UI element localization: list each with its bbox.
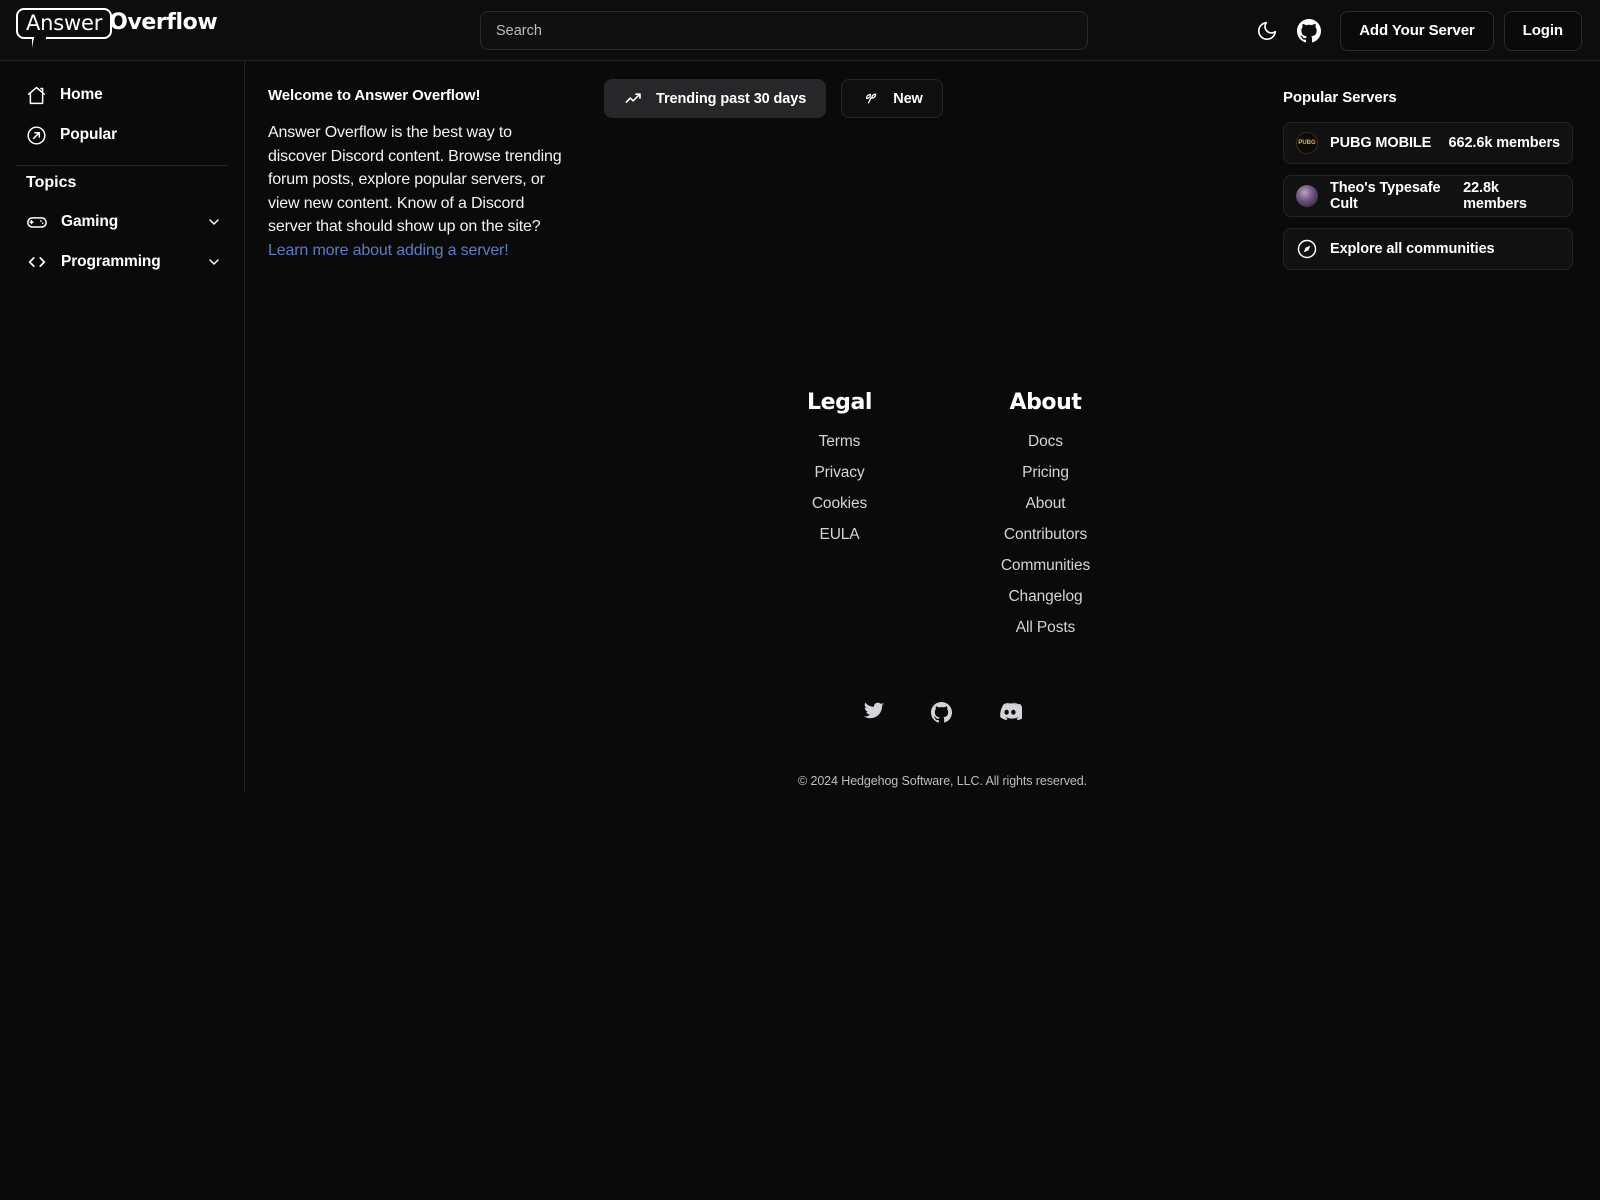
- footer-column-legal: Legal Terms Privacy Cookies EULA: [792, 390, 888, 650]
- popular-servers-panel: Popular Servers PUBG PUBG MOBILE 662.6k …: [1283, 89, 1573, 270]
- gamepad-icon: [27, 217, 47, 228]
- login-button[interactable]: Login: [1503, 10, 1582, 51]
- moon-icon: [1258, 21, 1277, 40]
- sidebar-item-programming[interactable]: Programming: [16, 242, 228, 282]
- popular-servers-heading: Popular Servers: [1283, 89, 1397, 106]
- github-link[interactable]: [931, 702, 952, 728]
- footer-social-links: [245, 702, 1600, 728]
- avatar-text: PUBG: [1298, 140, 1316, 146]
- footer-link-pricing[interactable]: Pricing: [998, 464, 1094, 482]
- footer-link-all-posts[interactable]: All Posts: [998, 619, 1094, 637]
- footer-link-changelog[interactable]: Changelog: [998, 588, 1094, 606]
- discord-link[interactable]: [998, 702, 1025, 728]
- server-member-count: 662.6k members: [1448, 135, 1561, 151]
- header-actions: Add Your Server Login: [1246, 0, 1582, 61]
- content-tabs: Trending past 30 days New: [604, 79, 943, 118]
- sprout-icon: [866, 93, 877, 104]
- home-icon: [27, 86, 46, 104]
- footer-heading-about: About: [1009, 390, 1082, 415]
- welcome-panel: Welcome to Answer Overflow! Answer Overf…: [268, 87, 568, 262]
- footer-link-about[interactable]: About: [998, 495, 1094, 513]
- footer-link-cookies[interactable]: Cookies: [792, 495, 888, 513]
- compass-icon: [1297, 239, 1317, 259]
- chevron-down-icon[interactable]: [206, 214, 222, 230]
- theo-avatar: [1296, 185, 1318, 207]
- twitter-icon: [863, 702, 885, 719]
- footer-heading-legal: Legal: [806, 390, 873, 415]
- tab-new-label: New: [893, 90, 923, 107]
- welcome-title: Welcome to Answer Overflow!: [268, 87, 481, 104]
- welcome-body-text: Answer Overflow is the best way to disco…: [268, 124, 562, 235]
- site-logo[interactable]: Answer Overflow: [16, 8, 218, 48]
- server-member-count: 22.8k members: [1463, 180, 1527, 212]
- code-brackets-icon: [28, 257, 46, 267]
- welcome-body: Answer Overflow is the best way to disco…: [268, 121, 568, 262]
- tab-trending-label: Trending past 30 days: [656, 90, 807, 107]
- server-name: Theo's Typesafe Cult: [1330, 180, 1441, 212]
- server-card-theos-typesafe-cult[interactable]: Theo's Typesafe Cult 22.8k members: [1283, 175, 1573, 217]
- explore-all-communities-button[interactable]: Explore all communities: [1283, 228, 1573, 270]
- footer-link-contributors[interactable]: Contributors: [998, 526, 1094, 544]
- chevron-down-icon[interactable]: [206, 254, 222, 270]
- server-card-pubg-mobile[interactable]: PUBG PUBG MOBILE 662.6k members: [1283, 122, 1573, 164]
- discord-icon: [1000, 702, 1025, 721]
- sidebar-item-programming-label: Programming: [61, 253, 161, 270]
- github-icon: [1297, 18, 1322, 42]
- sidebar-item-popular[interactable]: Popular: [16, 115, 228, 155]
- site-footer: Legal Terms Privacy Cookies EULA About D…: [245, 390, 1600, 788]
- twitter-link[interactable]: [863, 702, 885, 728]
- footer-link-communities[interactable]: Communities: [998, 557, 1094, 575]
- footer-columns: Legal Terms Privacy Cookies EULA About D…: [245, 390, 1600, 650]
- logo-overflow-text: Overflow: [109, 10, 218, 35]
- github-icon: [931, 702, 952, 723]
- footer-link-docs[interactable]: Docs: [998, 433, 1094, 451]
- github-link-button[interactable]: [1288, 10, 1330, 52]
- footer-link-privacy[interactable]: Privacy: [792, 464, 888, 482]
- theme-toggle-button[interactable]: [1246, 10, 1288, 52]
- sidebar-item-popular-label: Popular: [60, 126, 118, 143]
- sidebar-item-home-label: Home: [60, 86, 103, 103]
- server-name: PUBG MOBILE: [1330, 135, 1432, 151]
- sidebar: Home Popular Topics Gaming Programming: [0, 61, 245, 791]
- app-header: Answer Overflow Add Your Server Login: [0, 0, 1600, 61]
- pubg-avatar: PUBG: [1296, 132, 1318, 154]
- footer-link-terms[interactable]: Terms: [792, 433, 888, 451]
- sidebar-item-home[interactable]: Home: [16, 75, 228, 115]
- arrow-up-right-circle-icon: [27, 125, 46, 145]
- trending-up-icon: [625, 93, 641, 103]
- add-your-server-button[interactable]: Add Your Server: [1340, 10, 1494, 51]
- footer-link-eula[interactable]: EULA: [792, 526, 888, 544]
- explore-all-communities-label: Explore all communities: [1330, 241, 1495, 257]
- sidebar-item-gaming[interactable]: Gaming: [16, 202, 228, 242]
- add-server-link[interactable]: Learn more about adding a server!: [268, 242, 509, 259]
- search-input[interactable]: [480, 11, 1088, 50]
- sidebar-divider: [16, 165, 228, 166]
- tab-trending[interactable]: Trending past 30 days: [604, 79, 827, 118]
- tab-new[interactable]: New: [841, 79, 943, 118]
- footer-column-about: About Docs Pricing About Contributors Co…: [998, 390, 1094, 650]
- logo-answer-text: Answer: [16, 8, 113, 48]
- sidebar-item-gaming-label: Gaming: [61, 213, 119, 230]
- copyright-text: © 2024 Hedgehog Software, LLC. All right…: [798, 774, 1087, 788]
- sidebar-topics-heading: Topics: [26, 174, 77, 191]
